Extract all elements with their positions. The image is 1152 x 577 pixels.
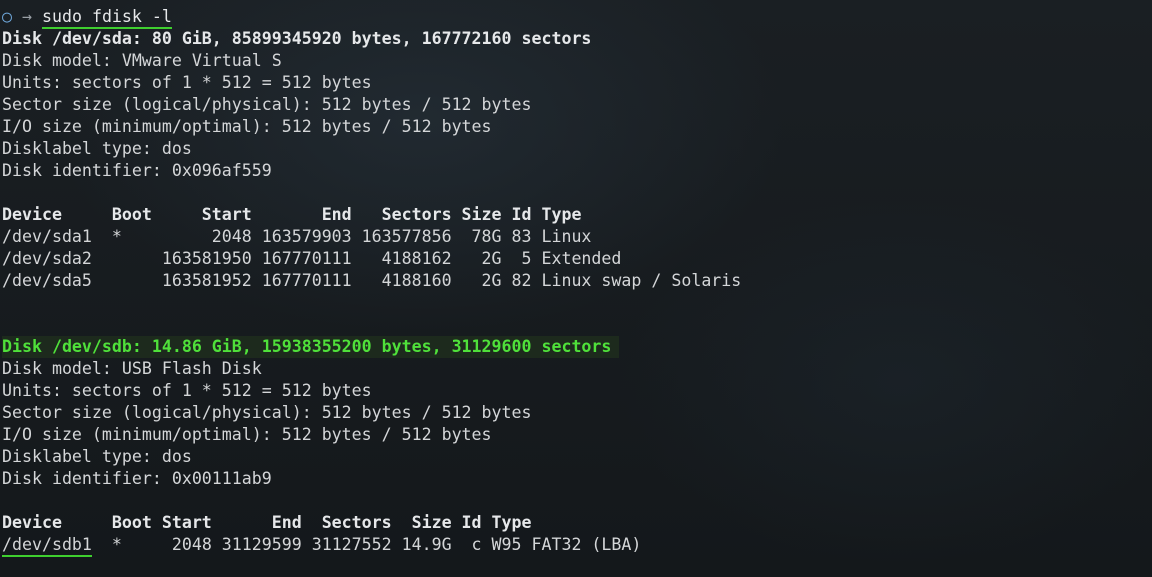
- sdb-units: Units: sectors of 1 * 512 = 512 bytes: [2, 381, 372, 400]
- sdb-disk-header-wrapper: Disk /dev/sdb: 14.86 GiB, 15938355200 by…: [2, 336, 1152, 358]
- sdb-disklabel-type: Disklabel type: dos: [2, 447, 192, 466]
- prompt-line: ○ → sudo fdisk -l: [2, 6, 1152, 29]
- sda-partition-table-header: Device Boot Start End Sectors Size Id Ty…: [2, 205, 582, 224]
- sdb-partition-details: * 2048 31129599 31127552 14.9G c W95 FAT…: [91, 535, 642, 554]
- sda-sector-size: Sector size (logical/physical): 512 byte…: [2, 95, 532, 114]
- sda-disklabel-type: Disklabel type: dos: [2, 139, 192, 158]
- command-text: sudo fdisk -l: [42, 7, 172, 29]
- sdb-disk-model: Disk model: USB Flash Disk: [2, 359, 262, 378]
- sda-partition-row: /dev/sda5 163581952 167770111 4188160 2G…: [2, 271, 742, 290]
- sdb-disk-identifier: Disk identifier: 0x00111ab9: [2, 469, 272, 488]
- sda-io-size: I/O size (minimum/optimal): 512 bytes / …: [2, 117, 492, 136]
- sda-disk-model: Disk model: VMware Virtual S: [2, 51, 282, 70]
- sdb-io-size: I/O size (minimum/optimal): 512 bytes / …: [2, 425, 492, 444]
- sda-disk-header: Disk /dev/sda: 80 GiB, 85899345920 bytes…: [2, 29, 592, 48]
- sda-partition-row: /dev/sda2 163581950 167770111 4188162 2G…: [2, 249, 622, 268]
- prompt-circle-icon: ○: [2, 7, 12, 26]
- sdb-partition-row: /dev/sdb1 * 2048 31129599 31127552 14.9G…: [2, 534, 1152, 557]
- sda-disk-identifier: Disk identifier: 0x096af559: [2, 161, 272, 180]
- sdb-partition-table-header: Device Boot Start End Sectors Size Id Ty…: [2, 513, 532, 532]
- sdb-sector-size: Sector size (logical/physical): 512 byte…: [2, 403, 532, 422]
- prompt-arrow-icon: →: [22, 7, 32, 26]
- sda-units: Units: sectors of 1 * 512 = 512 bytes: [2, 73, 372, 92]
- terminal-output[interactable]: ○ → sudo fdisk -l Disk /dev/sda: 80 GiB,…: [2, 6, 1152, 577]
- sdb-partition-device: /dev/sdb1: [2, 535, 92, 557]
- sdb-disk-header: Disk /dev/sdb: 14.86 GiB, 15938355200 by…: [2, 336, 620, 358]
- sda-partition-row: /dev/sda1 * 2048 163579903 163577856 78G…: [2, 227, 592, 246]
